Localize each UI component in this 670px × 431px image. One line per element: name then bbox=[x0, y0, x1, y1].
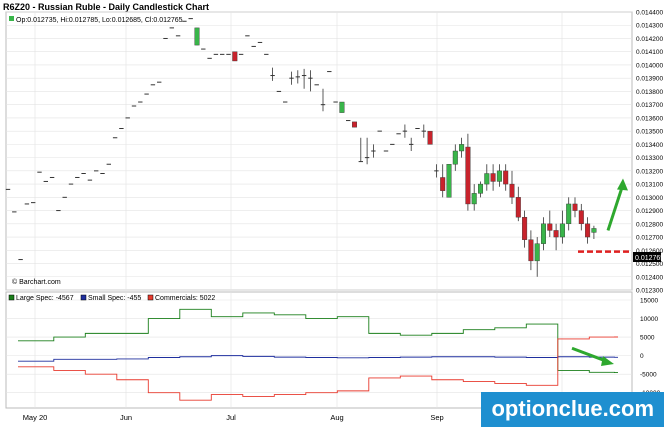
x-tick-label: Aug bbox=[330, 413, 343, 422]
source-label: © Barchart.com bbox=[12, 278, 61, 286]
legend-swatch-commercials bbox=[147, 294, 154, 301]
candle-body bbox=[452, 150, 458, 165]
legend-small-spec: Small Spec: -455 bbox=[88, 295, 141, 302]
ohlc-swatch bbox=[9, 16, 14, 21]
cot-tick-label: -5000 bbox=[640, 372, 657, 379]
price-tick-label: 0.012800 bbox=[636, 221, 663, 228]
cot-legend: Large Spec: -4567 Small Spec: -455 Comme… bbox=[8, 294, 215, 302]
candle-body bbox=[478, 183, 484, 194]
ohlc-readout: Op:0.012735, Hi:0.012785, Lo:0.012685, C… bbox=[9, 16, 183, 24]
cot-plot-area bbox=[5, 291, 633, 409]
legend-large-spec: Large Spec: -4567 bbox=[16, 295, 74, 302]
candle-body bbox=[553, 230, 559, 238]
candle-body bbox=[591, 228, 597, 233]
price-tick-label: 0.014200 bbox=[636, 36, 663, 43]
ohlc-label: Op:0.012735, Hi:0.012785, Lo:0.012685, C… bbox=[16, 17, 183, 24]
chart-title: R6Z20 - Russian Ruble - Daily Candlestic… bbox=[3, 2, 209, 12]
candle-body bbox=[496, 170, 502, 182]
price-tick-label: 0.012700 bbox=[636, 235, 663, 242]
legend-swatch-large-spec bbox=[8, 294, 15, 301]
candle-body bbox=[534, 243, 540, 262]
legend-swatch-small-spec bbox=[80, 294, 87, 301]
price-tick-label: 0.013300 bbox=[636, 155, 663, 162]
price-tick-label: 0.012900 bbox=[636, 208, 663, 215]
price-tick-label: 0.013100 bbox=[636, 182, 663, 189]
legend-commercials: Commercials: 5022 bbox=[155, 295, 215, 302]
price-tick-label: 0.013000 bbox=[636, 195, 663, 202]
x-tick-label: May 20 bbox=[23, 413, 48, 422]
x-tick-label: Jul bbox=[226, 413, 236, 422]
price-tick-label: 0.013400 bbox=[636, 142, 663, 149]
candle bbox=[446, 164, 452, 198]
price-tick-label: 0.014100 bbox=[636, 49, 663, 56]
cot-tick-label: 15000 bbox=[640, 298, 658, 305]
candle-body bbox=[446, 164, 452, 198]
x-tick-label: Jun bbox=[120, 413, 132, 422]
candle-body bbox=[339, 101, 345, 113]
price-tick-label: 0.013800 bbox=[636, 89, 663, 96]
price-tick-label: 0.012300 bbox=[636, 288, 663, 295]
price-tick-label: 0.014400 bbox=[636, 10, 663, 17]
candle bbox=[352, 121, 358, 128]
candle-body bbox=[490, 173, 496, 182]
candle-body bbox=[522, 216, 528, 240]
candle-body bbox=[465, 146, 471, 205]
price-panel: 0.014400 0.014300 0.014200 0.014100 0.014000… bbox=[5, 10, 664, 295]
cot-panel: 150001000050000-5000-10000 Large Spec: -… bbox=[5, 291, 661, 409]
candle-body bbox=[471, 193, 477, 205]
price-tick-label: 0.012500 bbox=[636, 261, 663, 268]
candle bbox=[339, 101, 345, 113]
cot-y-axis: 150001000050000-5000-10000 bbox=[640, 298, 661, 398]
price-tick-label: 0.013900 bbox=[636, 76, 663, 83]
last-price-tag: 0.012765 bbox=[633, 252, 664, 262]
candle-body bbox=[559, 223, 565, 238]
price-tick-label: 0.013500 bbox=[636, 129, 663, 136]
candle-body bbox=[352, 121, 358, 128]
price-y-axis: 0.014400 0.014300 0.014200 0.014100 0.014000… bbox=[636, 10, 663, 295]
candle-body bbox=[194, 27, 200, 46]
cot-tick-label: 0 bbox=[640, 353, 644, 360]
candlestick-chart: R6Z20 - Russian Ruble - Daily Candlestic… bbox=[3, 2, 664, 422]
price-tick-label: 0.013600 bbox=[636, 115, 663, 122]
candle-body bbox=[515, 197, 521, 218]
candle-body bbox=[578, 210, 584, 225]
candle-body bbox=[566, 203, 572, 225]
candle-body bbox=[547, 223, 553, 231]
candle-body bbox=[503, 170, 509, 185]
candle-body bbox=[459, 144, 465, 152]
candle-body bbox=[572, 203, 578, 211]
candle bbox=[232, 51, 238, 62]
price-tick-label: 0.012400 bbox=[636, 274, 663, 281]
candle-body bbox=[528, 239, 534, 262]
last-price-value: 0.012765 bbox=[635, 255, 664, 262]
candle bbox=[194, 27, 200, 46]
cot-tick-label: 10000 bbox=[640, 316, 658, 323]
candle-body bbox=[509, 183, 515, 198]
candle-body bbox=[585, 223, 591, 238]
watermark: optionclue.com bbox=[481, 392, 664, 427]
price-tick-label: 0.013200 bbox=[636, 168, 663, 175]
candle-body bbox=[427, 130, 433, 145]
candle-body bbox=[232, 51, 238, 62]
price-tick-label: 0.014000 bbox=[636, 62, 663, 69]
x-tick-label: Sep bbox=[430, 413, 443, 422]
price-tick-label: 0.014300 bbox=[636, 23, 663, 30]
price-tick-label: 0.013700 bbox=[636, 102, 663, 109]
cot-tick-label: 5000 bbox=[640, 335, 655, 342]
candle-body bbox=[541, 223, 547, 244]
candle-body bbox=[440, 177, 446, 191]
candle bbox=[427, 130, 433, 145]
candle-body bbox=[484, 173, 490, 185]
